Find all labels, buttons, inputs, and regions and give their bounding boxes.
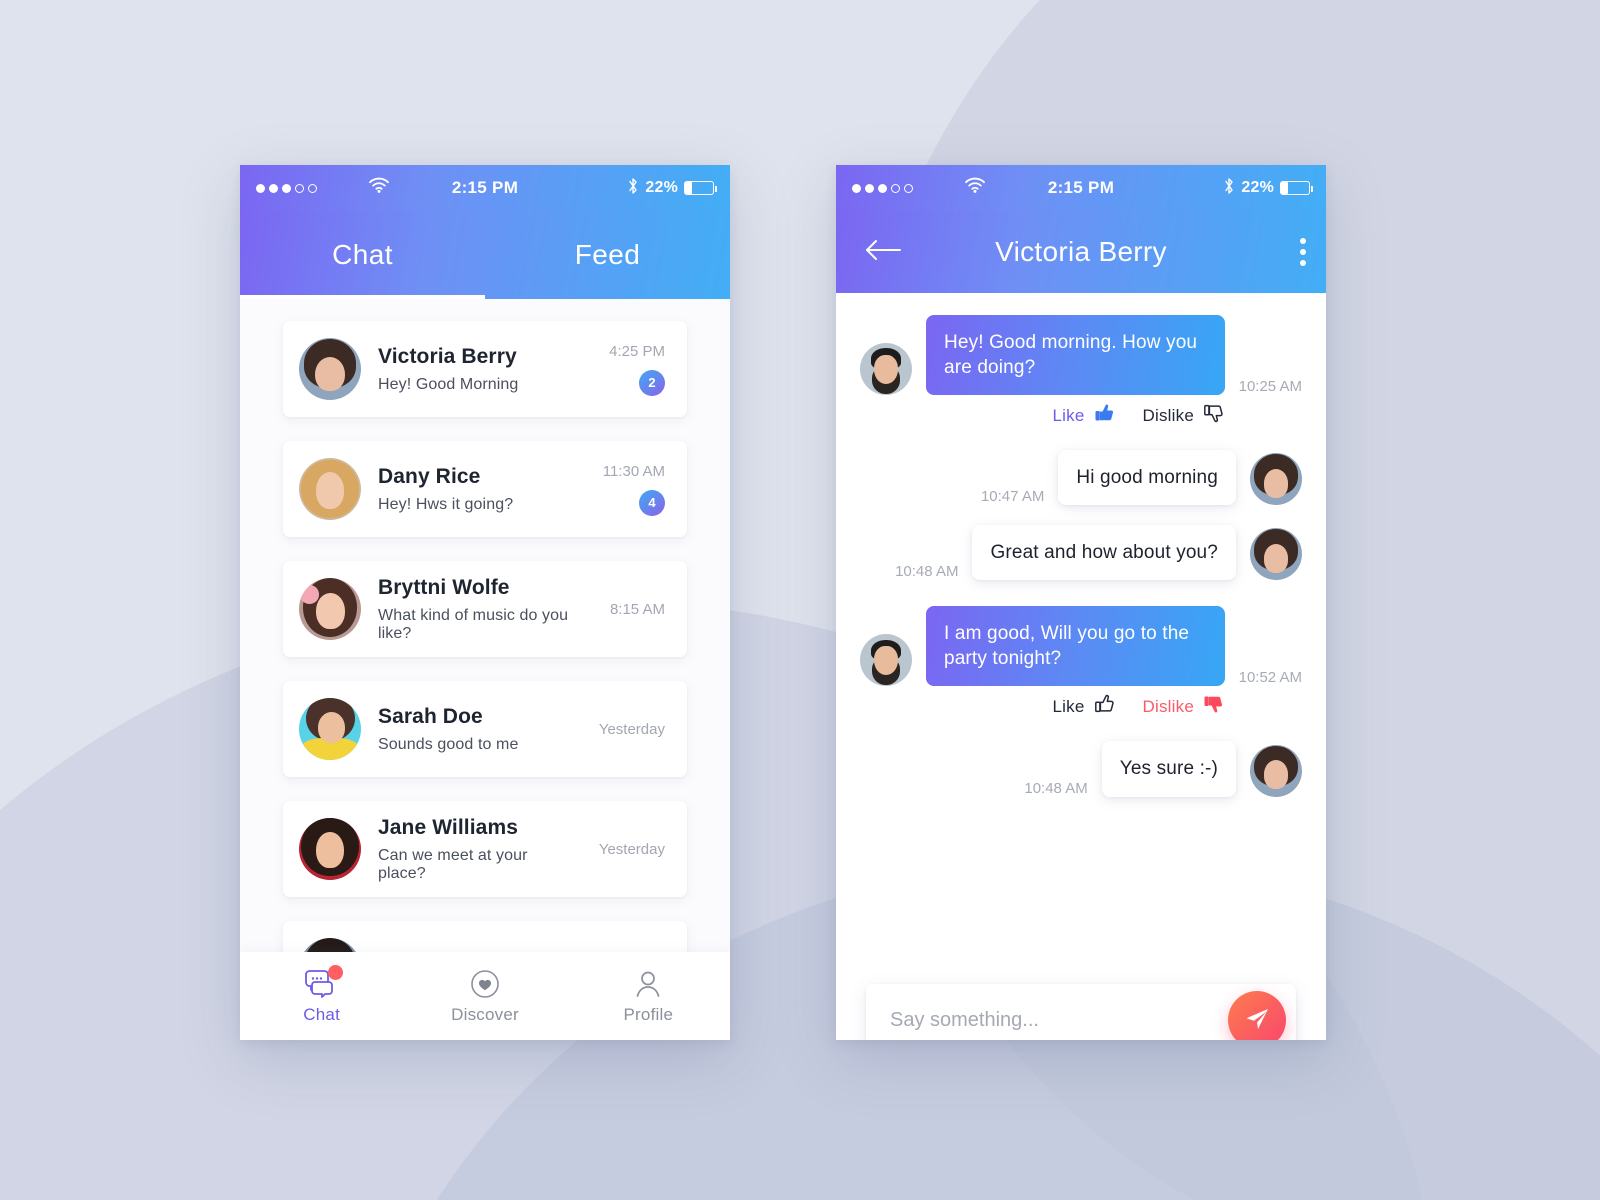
status-bar-time: 2:15 PM bbox=[1047, 178, 1115, 197]
phone-chat-list-screen: 2:15 PM 22% Chat Feed Victoria Berry Hey… bbox=[240, 165, 730, 1040]
bottom-navigation-bar: Chat Discover Profile bbox=[240, 952, 730, 1040]
last-message-preview: Sounds good to me bbox=[378, 735, 519, 753]
person-icon bbox=[633, 968, 663, 1000]
unread-badge: 4 bbox=[639, 489, 665, 516]
message-thread[interactable]: Hey! Good morning. How you are doing? 10… bbox=[836, 293, 1326, 1040]
status-bar-time: 2:15 PM bbox=[451, 178, 519, 197]
conversation-list-item[interactable]: Dany Rice Hey! Hws it going? 11:30 AM 4 bbox=[283, 441, 687, 537]
message-timestamp: 10:47 AM bbox=[980, 488, 1045, 506]
message-reactions: Like Dislike bbox=[860, 692, 1302, 721]
notification-dot bbox=[327, 964, 343, 980]
thumbs-up-outline-icon bbox=[1093, 692, 1117, 721]
last-message-preview: Hey! Hws it going? bbox=[378, 495, 514, 513]
avatar bbox=[860, 343, 912, 396]
like-label: Like bbox=[1052, 405, 1085, 425]
like-label: Like bbox=[1052, 696, 1085, 716]
paper-plane-icon bbox=[1242, 1004, 1272, 1037]
phone-conversation-screen: 2:15 PM 22% Victoria Berry Hey! Good mor… bbox=[836, 165, 1326, 1040]
nav-label-chat: Chat bbox=[303, 1004, 341, 1024]
nav-item-chat[interactable]: Chat bbox=[240, 964, 403, 1025]
back-arrow-icon[interactable] bbox=[864, 238, 902, 267]
conversation-list-item[interactable]: Bryttni Wolfe What kind of music do you … bbox=[283, 561, 687, 657]
contact-name: Victoria Berry bbox=[378, 344, 517, 368]
message-timestamp: 10:25 AM bbox=[1238, 378, 1302, 396]
nav-item-discover[interactable]: Discover bbox=[403, 968, 566, 1025]
battery-icon bbox=[684, 181, 717, 195]
thumbs-down-outline-icon bbox=[1202, 401, 1226, 430]
dislike-label: Dislike bbox=[1142, 405, 1194, 425]
like-button[interactable]: Like bbox=[1053, 401, 1117, 430]
message-composer bbox=[866, 984, 1296, 1040]
message-timestamp: Yesterday bbox=[598, 840, 665, 858]
thumbs-down-filled-icon bbox=[1202, 692, 1226, 721]
contact-name: Jane Williams bbox=[378, 815, 519, 839]
message-timestamp: 11:30 AM bbox=[602, 462, 665, 480]
last-message-preview: Can we meet at your place? bbox=[378, 846, 528, 882]
message-timestamp: 10:48 AM bbox=[895, 563, 959, 581]
message-input[interactable] bbox=[890, 1008, 1228, 1032]
status-bar: 2:15 PM 22% bbox=[240, 165, 730, 211]
chat-bubbles-icon bbox=[304, 964, 343, 1000]
message-bubble[interactable]: Hey! Good morning. How you are doing? bbox=[926, 315, 1225, 396]
contact-name: Sarah Doe bbox=[378, 704, 483, 728]
message-timestamp: 8:15 AM bbox=[609, 600, 665, 618]
message-bubble[interactable]: I am good, Will you go to the party toni… bbox=[926, 606, 1225, 687]
last-message-preview: Hey! Good Morning bbox=[378, 375, 519, 393]
nav-label-profile: Profile bbox=[623, 1004, 674, 1024]
contact-name: Dany Rice bbox=[378, 464, 481, 488]
message-row: 10:48 AM Great and how about you? bbox=[860, 525, 1302, 581]
message-bubble[interactable]: Hi good morning bbox=[1058, 450, 1236, 506]
contact-name: Bryttni Wolfe bbox=[378, 575, 510, 599]
like-button[interactable]: Like bbox=[1053, 692, 1117, 721]
avatar bbox=[1250, 453, 1302, 506]
status-bar: 2:15 PM 22% bbox=[836, 165, 1326, 211]
top-tab-bar: Chat Feed bbox=[240, 211, 730, 299]
message-reactions: Like Dislike bbox=[860, 401, 1302, 430]
kebab-menu-icon[interactable] bbox=[1296, 232, 1310, 272]
conversation-title: Victoria Berry bbox=[995, 236, 1167, 267]
message-bubble[interactable]: Great and how about you? bbox=[972, 525, 1236, 581]
conversation-list-item[interactable]: Jane Williams Can we meet at your place?… bbox=[283, 801, 687, 897]
message-bubble[interactable]: Yes sure :-) bbox=[1101, 741, 1236, 797]
message-row: Hey! Good morning. How you are doing? 10… bbox=[860, 315, 1302, 396]
conversation-list-item[interactable]: Sarah Doe Sounds good to me Yesterday bbox=[283, 681, 687, 777]
message-row: 10:47 AM Hi good morning bbox=[860, 450, 1302, 506]
tab-chat[interactable]: Chat bbox=[240, 211, 485, 299]
avatar bbox=[299, 818, 361, 880]
avatar bbox=[1250, 528, 1302, 581]
dislike-button[interactable]: Dislike bbox=[1143, 401, 1226, 430]
unread-badge: 2 bbox=[639, 369, 665, 396]
message-timestamp: Yesterday bbox=[598, 720, 665, 738]
dislike-button[interactable]: Dislike bbox=[1143, 692, 1226, 721]
avatar bbox=[299, 338, 361, 400]
last-message-preview: What kind of music do you like? bbox=[378, 606, 569, 642]
nav-item-profile[interactable]: Profile bbox=[567, 968, 730, 1025]
conversation-list-item[interactable]: Victoria Berry Hey! Good Morning 4:25 PM… bbox=[283, 321, 687, 417]
avatar bbox=[299, 578, 361, 640]
message-row: I am good, Will you go to the party toni… bbox=[860, 606, 1302, 687]
battery-icon bbox=[1280, 181, 1313, 195]
avatar bbox=[1250, 744, 1302, 797]
heart-circle-icon bbox=[470, 968, 500, 1000]
avatar bbox=[299, 458, 361, 520]
thumbs-up-filled-icon bbox=[1093, 401, 1117, 430]
conversation-list[interactable]: Victoria Berry Hey! Good Morning 4:25 PM… bbox=[240, 299, 730, 1028]
dislike-label: Dislike bbox=[1142, 696, 1194, 716]
nav-label-discover: Discover bbox=[451, 1004, 519, 1024]
avatar bbox=[299, 698, 361, 760]
message-row: 10:48 AM Yes sure :-) bbox=[860, 741, 1302, 797]
conversation-header: Victoria Berry bbox=[836, 211, 1326, 293]
message-timestamp: 10:48 AM bbox=[1024, 779, 1088, 797]
message-timestamp: 10:52 AM bbox=[1238, 669, 1302, 687]
send-button[interactable] bbox=[1228, 991, 1286, 1040]
message-timestamp: 4:25 PM bbox=[609, 342, 665, 360]
tab-feed[interactable]: Feed bbox=[485, 211, 730, 299]
avatar bbox=[860, 634, 912, 687]
